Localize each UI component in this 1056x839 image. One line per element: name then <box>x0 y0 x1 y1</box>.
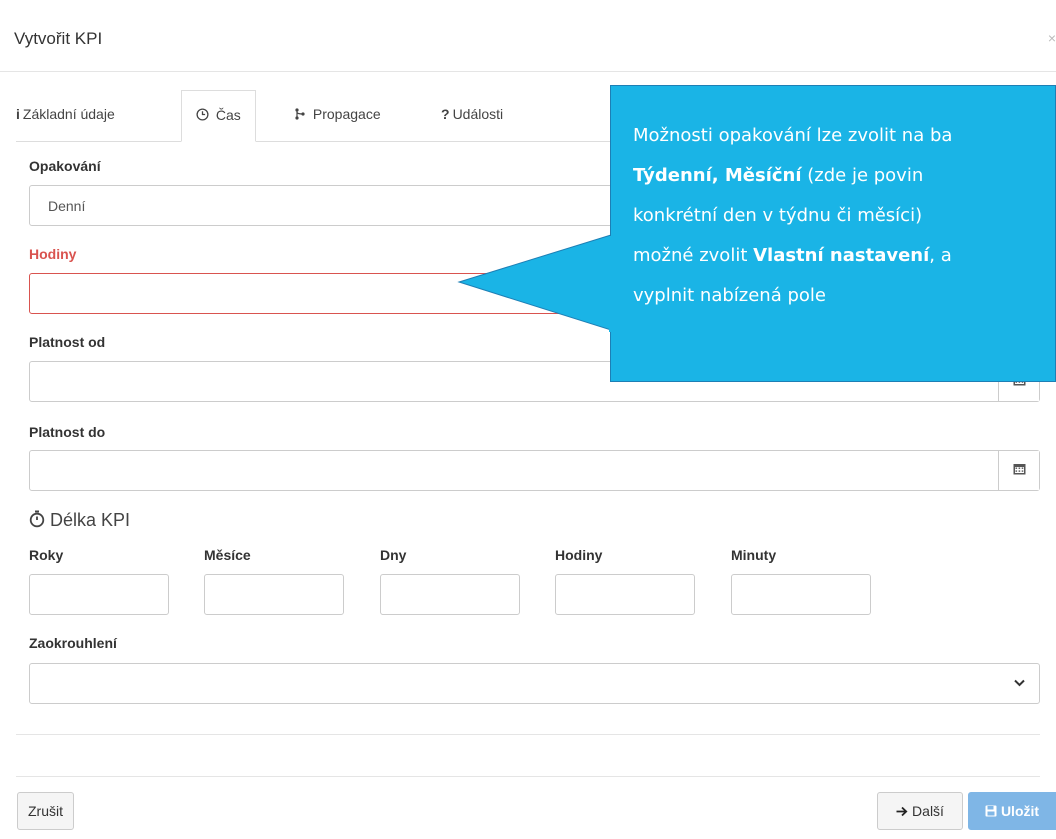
days-label: Dny <box>380 547 407 563</box>
hours-label: Hodiny <box>29 246 77 262</box>
valid-from-label: Platnost od <box>29 334 106 350</box>
duration-section-title: Délka KPI <box>29 510 130 531</box>
question-icon: ? <box>441 106 450 122</box>
calendar-icon <box>1013 462 1026 480</box>
tab-basic-info[interactable]: i Základní údaje <box>16 90 115 142</box>
modal-header: Vytvořit KPI × <box>0 10 1056 72</box>
callout-line: možné zvolit Vlastní nastavení, a <box>633 245 952 266</box>
form-divider <box>16 734 1040 735</box>
repeat-value: Denní <box>48 198 86 214</box>
close-icon[interactable]: × <box>1048 30 1056 46</box>
valid-to-input[interactable] <box>29 450 1040 491</box>
callout-line: konkrétní den v týdnu či měsíci) <box>633 205 923 226</box>
floppy-icon <box>985 803 997 819</box>
minutes-label: Minuty <box>731 547 777 563</box>
rounding-label: Zaokrouhlení <box>29 635 117 651</box>
next-label: Další <box>912 803 944 819</box>
modal-title: Vytvořit KPI <box>14 29 103 48</box>
months-label: Měsíce <box>204 547 251 563</box>
tab-label: Propagace <box>312 106 381 122</box>
arrow-right-icon <box>896 803 908 819</box>
next-button[interactable]: Další <box>877 792 963 830</box>
callout-box: Možnosti opakování lze zvolit na ba Týde… <box>610 85 1056 382</box>
tab-events[interactable]: ? Události <box>441 90 503 142</box>
valid-to-label: Platnost do <box>29 424 106 440</box>
tab-label: Základní údaje <box>22 106 115 122</box>
callout-line: vyplnit nabízená pole <box>633 285 826 306</box>
years-input[interactable] <box>29 574 169 615</box>
repeat-label: Opakování <box>29 158 101 174</box>
years-label: Roky <box>29 547 64 563</box>
chevron-down-icon <box>1014 676 1025 690</box>
clock-icon <box>196 107 213 123</box>
duration-hours-label: Hodiny <box>555 547 603 563</box>
callout-text: Možnosti opakování lze zvolit na ba Týde… <box>633 116 1055 316</box>
calendar-button[interactable] <box>998 451 1039 490</box>
footer-divider <box>16 776 1040 777</box>
cancel-label: Zrušit <box>28 803 63 819</box>
tab-label: Čas <box>215 107 241 123</box>
minutes-input[interactable] <box>731 574 871 615</box>
save-label: Uložit <box>1000 803 1040 819</box>
duration-hours-input[interactable] <box>555 574 695 615</box>
cancel-button[interactable]: Zrušit <box>17 792 74 830</box>
propagation-icon <box>294 106 310 122</box>
info-icon: i <box>16 106 20 122</box>
tab-label: Události <box>452 106 504 122</box>
save-button[interactable]: Uložit <box>968 792 1056 830</box>
callout-line: Týdenní, Měsíční (zde je povin <box>633 165 924 186</box>
stopwatch-icon <box>29 510 50 530</box>
tab-time[interactable]: Čas <box>181 90 256 142</box>
days-input[interactable] <box>380 574 520 615</box>
callout-joint <box>609 236 613 332</box>
months-input[interactable] <box>204 574 344 615</box>
tab-propagation[interactable]: Propagace <box>294 90 381 142</box>
duration-title: Délka KPI <box>50 510 131 530</box>
callout-line: Možnosti opakování lze zvolit na ba <box>633 125 953 146</box>
callout-pointer <box>457 234 612 331</box>
rounding-select[interactable] <box>29 663 1040 704</box>
